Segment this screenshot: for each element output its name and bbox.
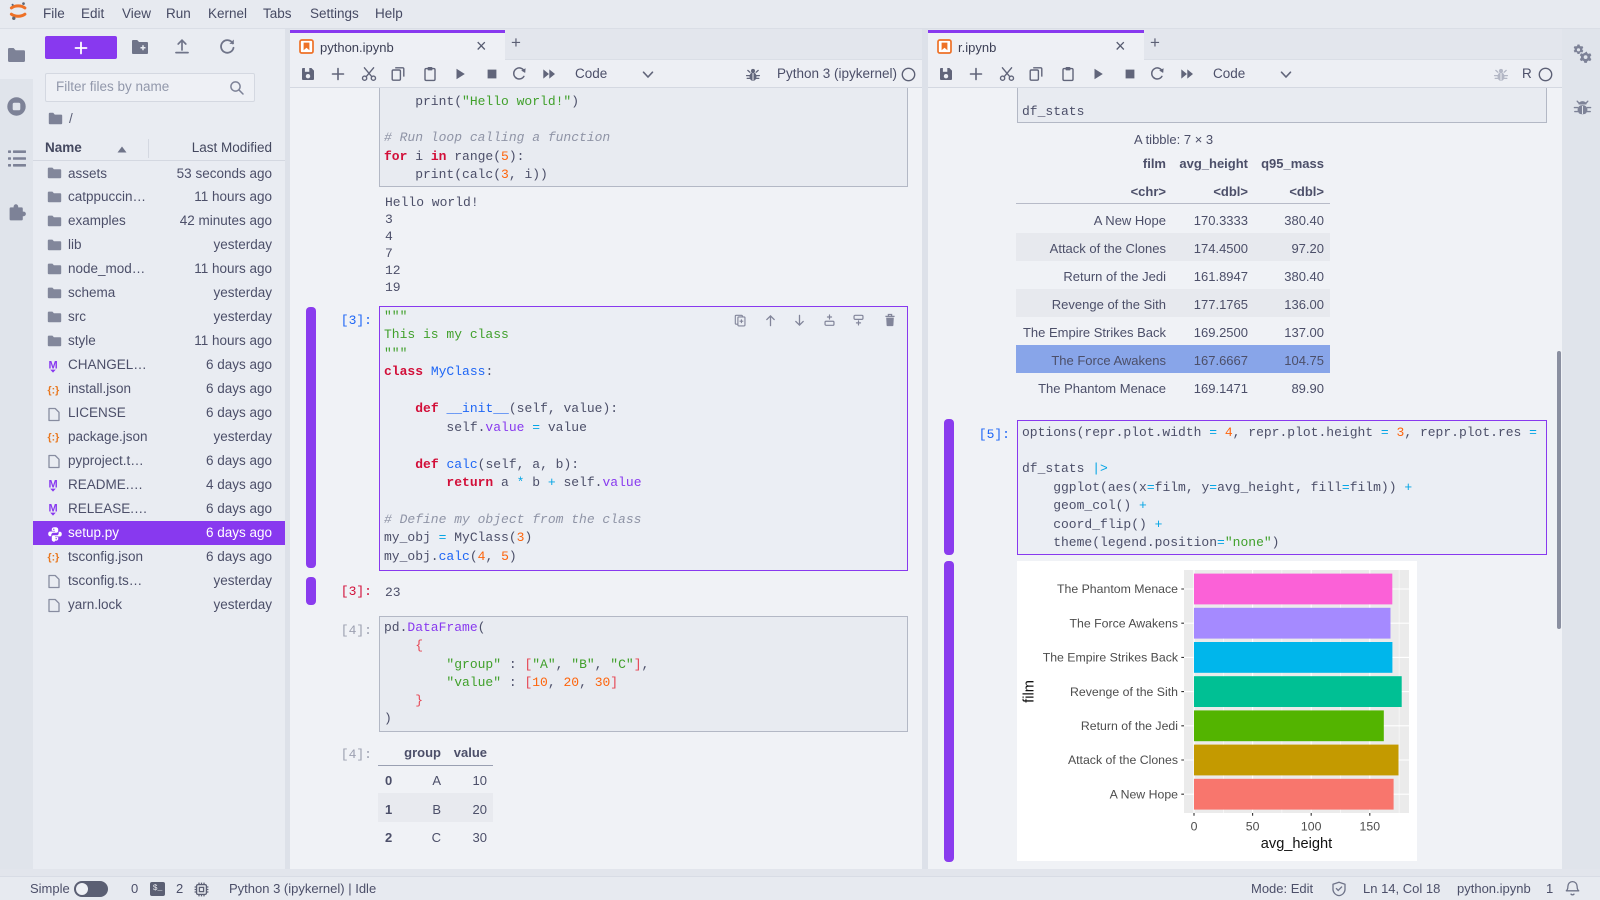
svg-text:film: film <box>1022 680 1038 703</box>
svg-text:The Empire Strikes Back: The Empire Strikes Back <box>1043 651 1179 665</box>
svg-text:0: 0 <box>1191 820 1198 834</box>
svg-text:Attack of the Clones: Attack of the Clones <box>1068 753 1178 767</box>
svg-text:100: 100 <box>1301 820 1322 834</box>
svg-text:150: 150 <box>1360 820 1381 834</box>
svg-text:avg_height: avg_height <box>1261 836 1332 852</box>
svg-text:{:}: {:} <box>48 432 60 444</box>
svg-text:50: 50 <box>1246 820 1260 834</box>
svg-text:The Phantom Menace: The Phantom Menace <box>1057 582 1178 596</box>
svg-text:A New Hope: A New Hope <box>1110 787 1179 801</box>
svg-text:Revenge of the Sith: Revenge of the Sith <box>1070 685 1178 699</box>
svg-text:Return of the Jedi: Return of the Jedi <box>1081 719 1178 733</box>
svg-text:{:}: {:} <box>48 384 60 396</box>
svg-text:{:}: {:} <box>48 552 60 564</box>
svg-text:The Force Awakens: The Force Awakens <box>1070 616 1178 630</box>
